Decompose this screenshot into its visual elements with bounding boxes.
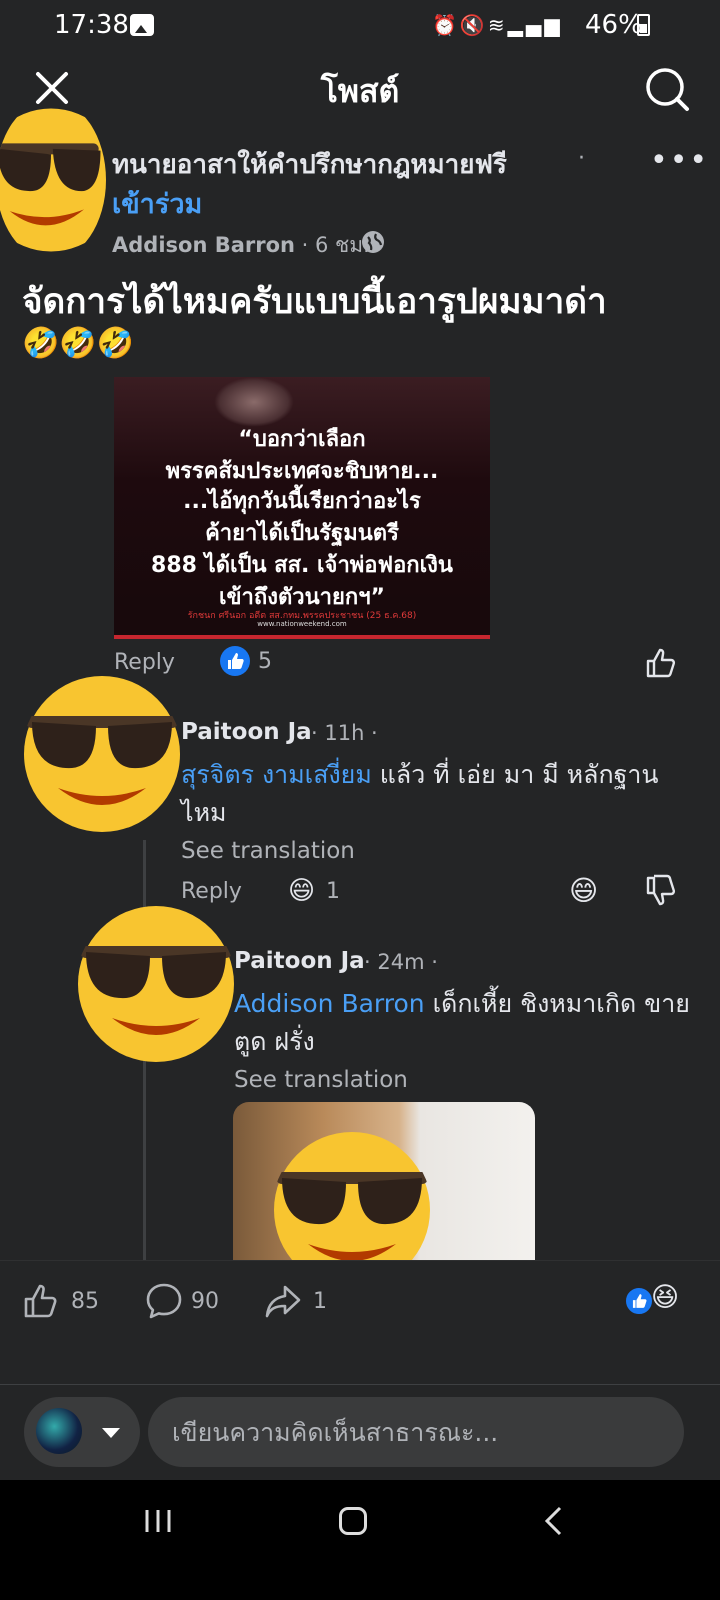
like-icon[interactable] bbox=[22, 1282, 60, 1320]
reply-button[interactable]: Reply bbox=[114, 650, 175, 675]
likes-count[interactable]: 85 bbox=[71, 1289, 99, 1314]
image-text-line: ค้ายาได้เป็นรัฐมนตรี bbox=[205, 521, 399, 546]
recents-icon[interactable] bbox=[144, 1508, 172, 1534]
system-nav-bar bbox=[0, 1480, 720, 1600]
post-avatar[interactable] bbox=[0, 100, 106, 260]
separator-dot: · bbox=[578, 146, 585, 171]
like-count[interactable]: 5 bbox=[258, 649, 272, 674]
comment-icon[interactable] bbox=[145, 1282, 183, 1320]
post-author[interactable]: Addison Barron bbox=[112, 233, 295, 257]
page-title: โพสต์ bbox=[320, 72, 400, 110]
avatar[interactable] bbox=[36, 1408, 82, 1454]
comments-count[interactable]: 90 bbox=[191, 1289, 219, 1314]
post-author-line: Addison Barron · 6 ชม. · bbox=[112, 229, 383, 262]
like-reaction-icon bbox=[220, 646, 250, 676]
join-group-link[interactable]: เข้าร่วม bbox=[112, 182, 202, 225]
sunglasses-emoji-icon bbox=[78, 906, 234, 1062]
comment-author[interactable]: Paitoon Ja bbox=[234, 948, 365, 974]
sunglasses-emoji-icon bbox=[24, 676, 180, 832]
chevron-down-icon[interactable] bbox=[102, 1428, 120, 1438]
back-icon[interactable] bbox=[543, 1506, 563, 1536]
image-text-line: 888 ได้เป็น สส. เจ้าพ่อฟอกเงิน bbox=[151, 553, 453, 578]
comment-input[interactable] bbox=[148, 1397, 684, 1467]
image-hand-detail bbox=[214, 377, 294, 427]
comment-text: สุรจิตร งามเสงี่ยม แล้ว ที่ เอ่ย มา มี ห… bbox=[181, 756, 681, 832]
thumbs-down-icon[interactable] bbox=[644, 874, 678, 908]
search-icon[interactable] bbox=[644, 66, 690, 112]
see-translation-link[interactable]: See translation bbox=[234, 1067, 408, 1093]
engagement-bar bbox=[0, 1260, 720, 1346]
mute-icon: 🔇 bbox=[459, 13, 488, 37]
alarm-icon: ⏰ bbox=[432, 13, 460, 37]
thumbs-up-icon[interactable] bbox=[644, 646, 678, 680]
comment-time: · 24m · bbox=[364, 950, 438, 974]
comment-avatar[interactable] bbox=[22, 674, 182, 834]
battery-icon bbox=[637, 14, 650, 36]
reply-button[interactable]: Reply bbox=[181, 879, 242, 904]
more-options-icon[interactable]: ••• bbox=[650, 143, 709, 178]
image-text-line: “บอกว่าเลือก bbox=[238, 427, 366, 452]
see-translation-link[interactable]: See translation bbox=[181, 838, 355, 864]
wifi-icon: ≋ bbox=[487, 13, 508, 37]
image-text-line: ...ไอ้ทุกวันนี้เรียกว่าอะไร bbox=[183, 489, 421, 514]
post-text-emojis: 🤣🤣🤣 bbox=[22, 326, 135, 361]
comment-author[interactable]: Paitoon Ja bbox=[181, 719, 312, 745]
post-image[interactable]: “บอกว่าเลือก พรรคส้มประเทศจะชิบหาย... ..… bbox=[114, 377, 490, 639]
status-time: 17:38 bbox=[54, 10, 129, 40]
image-url-text: www.nationweekend.com bbox=[257, 620, 347, 628]
comment-time: · 11h · bbox=[311, 721, 378, 745]
comment-text: Addison Barron เด็กเหี้ย ชิงหมาเกิด ขายต… bbox=[234, 985, 694, 1061]
mention-link[interactable]: สุรจิตร งามเสงี่ยม bbox=[181, 760, 372, 789]
post-text: จัดการได้ไหมครับแบบนี้เอารูปผมมาด่า bbox=[22, 282, 607, 322]
group-name[interactable]: ทนายอาสาให้คำปรึกษากฎหมายฟรี bbox=[112, 144, 507, 185]
comment-avatar[interactable] bbox=[76, 904, 236, 1064]
share-icon[interactable] bbox=[264, 1282, 302, 1320]
battery-percent: 46% bbox=[585, 10, 643, 40]
status-icons: ⏰🔇≋▂▄▆ bbox=[432, 13, 563, 37]
like-reaction-icon bbox=[624, 1286, 654, 1316]
shares-count[interactable]: 1 bbox=[313, 1289, 327, 1314]
reaction-count[interactable]: 1 bbox=[326, 879, 340, 904]
haha-reaction-icon: 😄 bbox=[288, 876, 316, 906]
signal-icon: ▂▄▆ bbox=[507, 13, 563, 37]
globe-icon bbox=[362, 231, 384, 253]
home-icon[interactable] bbox=[339, 1507, 367, 1535]
haha-reaction-icon: 😆 bbox=[651, 1282, 680, 1313]
haha-react-button[interactable]: 😄 bbox=[569, 874, 598, 907]
sunglasses-emoji-icon bbox=[0, 108, 106, 252]
mention-link[interactable]: Addison Barron bbox=[234, 989, 425, 1018]
gallery-icon bbox=[130, 14, 154, 36]
